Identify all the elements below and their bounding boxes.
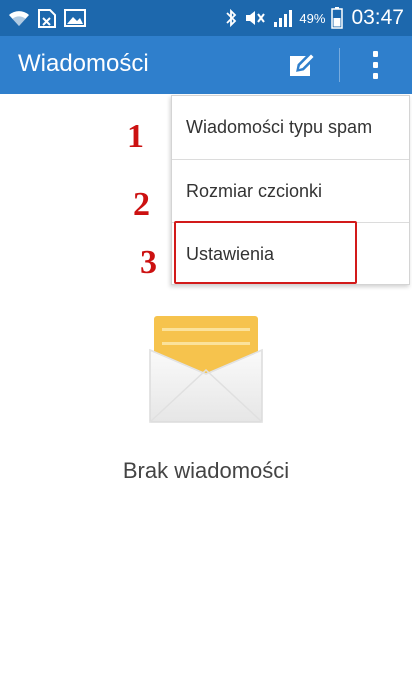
status-left-icons — [8, 6, 86, 30]
envelope-icon — [148, 314, 264, 426]
image-icon — [64, 9, 86, 27]
annotation-step-2: 2 — [133, 186, 150, 223]
menu-item-font-size[interactable]: Rozmiar czcionki — [172, 159, 409, 222]
bluetooth-icon — [225, 8, 237, 28]
wifi-icon — [8, 8, 30, 28]
action-divider — [339, 48, 340, 82]
compose-button[interactable] — [284, 48, 320, 82]
data-saver-icon — [38, 8, 56, 28]
more-vert-icon-dot — [372, 73, 378, 79]
more-options-button[interactable] — [360, 46, 390, 84]
signal-icon — [273, 8, 293, 28]
mute-icon — [243, 8, 267, 28]
annotation-step-3: 3 — [140, 244, 157, 281]
more-vert-icon-dot — [372, 62, 378, 68]
compose-icon — [284, 50, 320, 86]
more-vert-icon — [372, 51, 378, 57]
empty-state-message: Brak wiadomości — [122, 458, 290, 483]
annotation-step-1: 1 — [127, 118, 144, 155]
menu-item-spam[interactable]: Wiadomości typu spam — [172, 96, 409, 159]
status-bar: 49% 03:47 — [0, 0, 412, 36]
page-title: Wiadomości — [18, 50, 149, 77]
battery-percent: 49% — [299, 10, 326, 26]
settings-highlight-box — [174, 221, 357, 284]
action-bar: Wiadomości — [0, 36, 412, 94]
clock: 03:47 — [351, 6, 404, 29]
status-right-icons: 49% 03:47 — [225, 4, 404, 32]
menu-item-label: Rozmiar czcionki — [186, 180, 323, 201]
battery-icon — [331, 7, 344, 29]
menu-item-label: Wiadomości typu spam — [186, 117, 373, 137]
